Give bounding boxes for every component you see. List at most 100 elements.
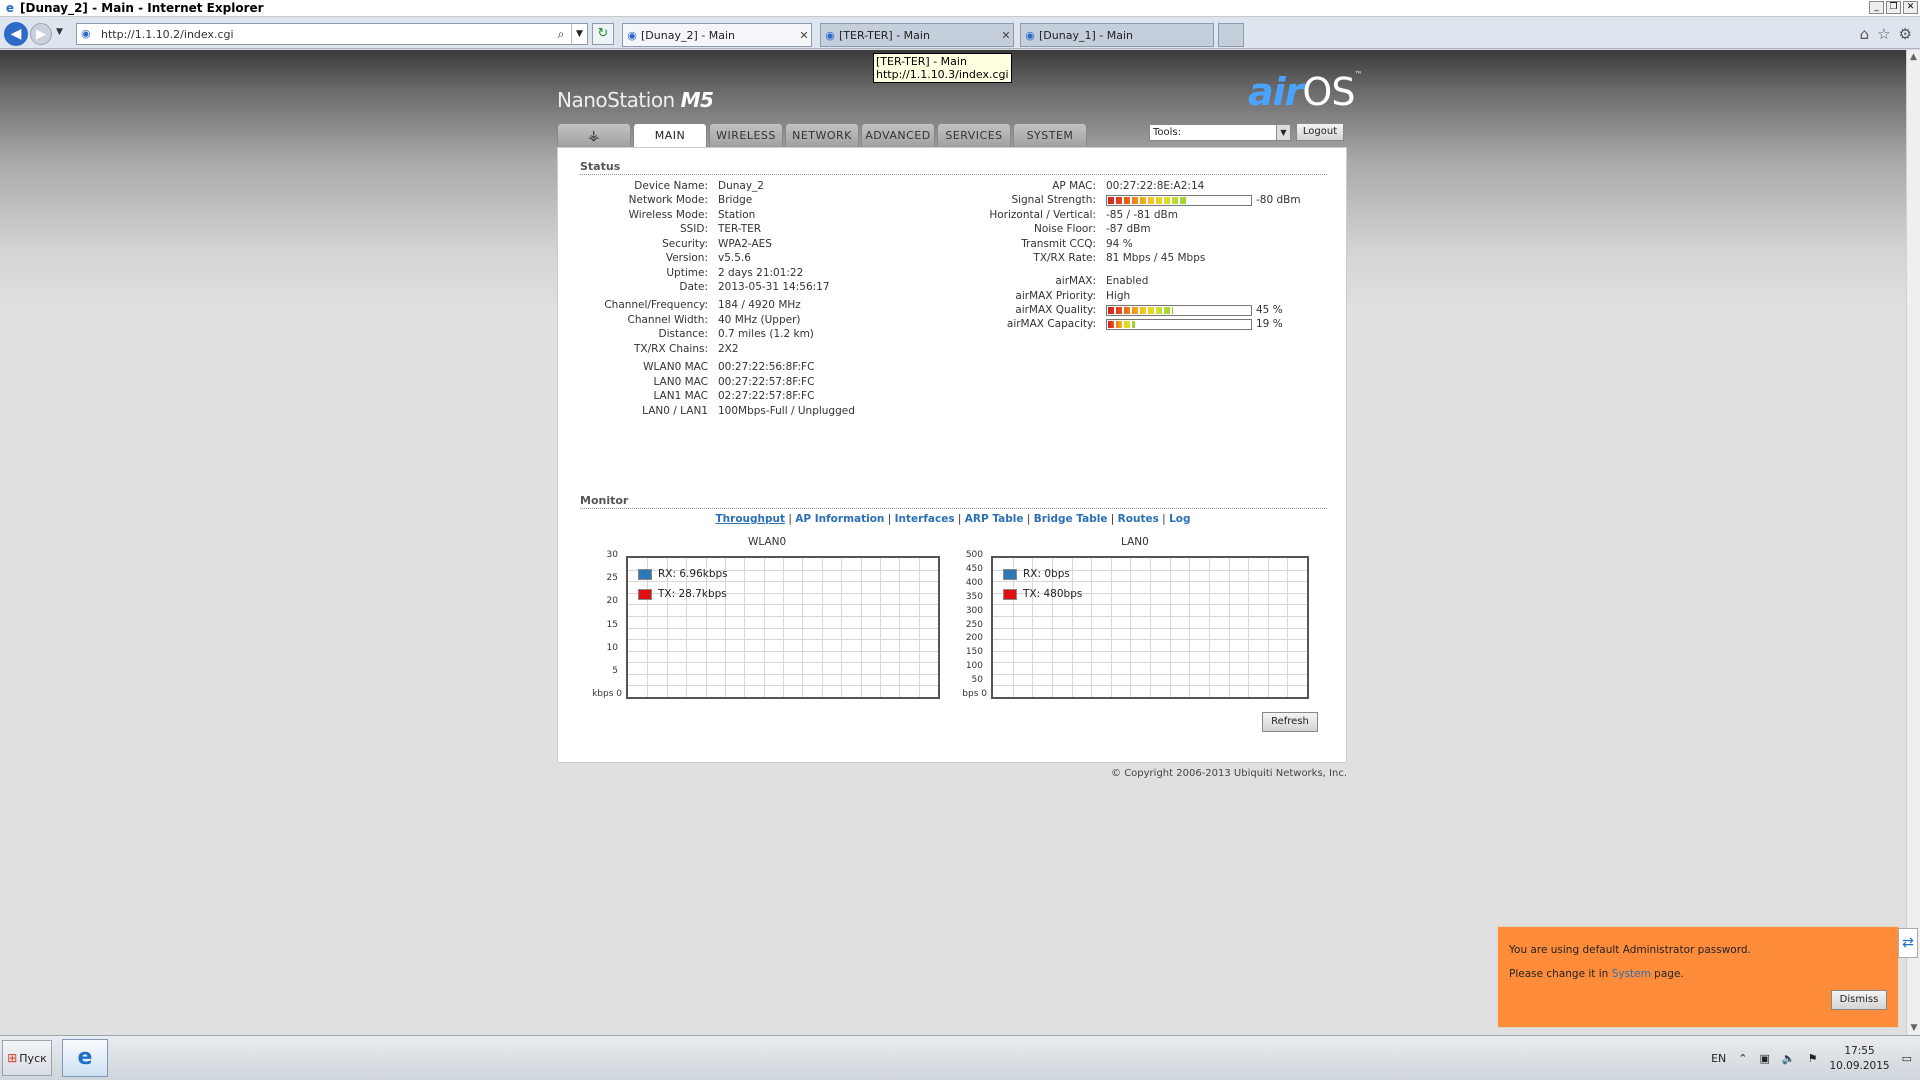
monitor-link-interfaces[interactable]: Interfaces [895,513,955,525]
y-tick-label: 350 [965,592,983,602]
tab-label: [Dunay_2] - Main [641,28,735,42]
scroll-up-icon[interactable]: ▲ [1907,50,1920,64]
forward-arrow-icon[interactable]: ▶ [30,23,52,45]
tab-main[interactable]: MAIN [633,123,707,148]
monitor-link-ap-information[interactable]: AP Information [795,513,884,525]
level-bar-fill [1108,197,1187,204]
clock-time: 17:55 [1844,1044,1875,1057]
status-key: AP MAC: [1052,180,1096,192]
clock-date: 10.09.2015 [1829,1059,1890,1072]
monitor-link-log[interactable]: Log [1169,513,1190,525]
address-url[interactable]: http://1.1.10.2/index.cgi [101,28,551,41]
search-icon[interactable]: ⌕ [551,27,571,42]
minimize-button[interactable]: _ [1869,1,1884,14]
status-value: -85 / -81 dBm [1106,209,1178,221]
y-tick-label: 200 [965,633,983,643]
y-tick-label: kbps 0 [592,689,622,699]
refresh-button[interactable]: Refresh [1262,712,1318,732]
tab-network[interactable]: NETWORK [785,123,859,147]
status-key: Noise Floor: [1034,223,1096,235]
status-key: Uptime: [666,267,708,279]
status-row: Network Mode: Bridge [558,194,753,208]
monitor-link-bridge-table[interactable]: Bridge Table [1034,513,1108,525]
dismiss-button[interactable]: Dismiss [1831,990,1887,1010]
status-row: Horizontal / Vertical: -85 / -81 dBm [956,209,1178,223]
tab-advanced[interactable]: ADVANCED [861,123,935,147]
status-key: Version: [665,252,708,264]
status-value: Dunay_2 [718,180,764,192]
tab-label: [Dunay_1] - Main [1039,28,1133,42]
close-tab-icon[interactable]: ✕ [999,29,1013,42]
new-tab-button[interactable] [1218,23,1244,47]
status-value: 81 Mbps / 45 Mbps [1106,252,1206,264]
close-button[interactable]: ✕ [1903,1,1918,14]
page-icon: ◉ [81,27,91,40]
restore-button[interactable]: ❐ [1886,1,1901,14]
status-value: WPA2-AES [718,238,772,250]
status-value: 00:27:22:56:8F:FC [718,361,815,373]
legend-swatch [638,588,652,600]
vertical-scrollbar[interactable]: ▲ ▼ [1906,50,1920,1035]
tab-system[interactable]: SYSTEM [1013,123,1087,147]
status-value: 94 % [1106,238,1133,250]
ubnt-logo-tab-icon[interactable]: ⚶ [557,123,631,147]
refresh-icon[interactable]: ↻ [592,23,614,45]
tab-wireless[interactable]: WIRELESS [709,123,783,147]
address-bar[interactable]: ◉ http://1.1.10.2/index.cgi ⌕ ▼ [76,23,588,45]
language-indicator[interactable]: EN [1711,1052,1726,1065]
status-row: TX/RX Rate: 81 Mbps / 45 Mbps [956,252,1205,266]
address-dropdown-icon[interactable]: ▼ [571,24,587,44]
history-dropdown-icon[interactable]: ▼ [56,27,63,37]
tray-expand-icon[interactable]: ⌃ [1738,1052,1747,1065]
favorites-star-icon[interactable]: ☆ [1877,25,1890,43]
legend-tx-wlan0: TX: 28.7kbps [638,588,727,600]
flag-icon[interactable]: ⚑ [1808,1052,1818,1065]
tools-select[interactable]: Tools: ▼ [1149,124,1291,141]
monitor-link-throughput[interactable]: Throughput [716,513,786,525]
status-row: Transmit CCQ: 94 % [956,238,1133,252]
teamviewer-icon[interactable]: ⇄ [1898,928,1918,958]
logout-button[interactable]: Logout [1296,123,1344,141]
start-label: Пуск [19,1051,47,1065]
y-tick-label: 30 [606,550,618,560]
status-key: TX/RX Rate: [1033,252,1096,264]
settings-gear-icon[interactable]: ⚙ [1899,25,1912,43]
browser-tab-1[interactable]: ◉ [Dunay_2] - Main ✕ [622,23,812,47]
status-value: 184 / 4920 MHz [718,299,801,311]
start-button[interactable]: ⊞ Пуск [2,1040,52,1076]
status-value: v5.5.6 [718,252,751,264]
y-tick-label: 450 [965,564,983,574]
airos-logo: airOS™ [1248,70,1362,114]
close-tab-icon[interactable]: ✕ [797,29,811,42]
browser-tab-2[interactable]: ◉ [TER-TER] - Main ✕ [820,23,1014,47]
system-link[interactable]: System [1612,968,1651,980]
link-separator: | [1023,513,1034,525]
status-key: Channel/Frequency: [604,299,708,311]
monitor-link-arp-table[interactable]: ARP Table [965,513,1024,525]
home-icon[interactable]: ⌂ [1860,25,1870,43]
status-heading: Status [580,160,1327,175]
status-key: Horizontal / Vertical: [989,209,1096,221]
status-value: TER-TER [718,223,762,235]
chevron-down-icon: ▼ [1276,125,1290,140]
product-name: NanoStation M5 [557,88,714,112]
tab-tooltip: [TER-TER] - Main http://1.1.10.3/index.c… [873,53,1012,83]
show-desktop-icon[interactable]: ▭ [1902,1052,1912,1065]
volume-icon[interactable]: 🔈 [1782,1052,1796,1065]
monitor-link-routes[interactable]: Routes [1118,513,1159,525]
status-key: SSID: [679,223,708,235]
browser-tab-3[interactable]: ◉ [Dunay_1] - Main [1020,23,1214,47]
clock[interactable]: 17:55 10.09.2015 [1829,1044,1889,1074]
copyright: © Copyright 2006-2013 Ubiquiti Networks,… [1111,768,1347,779]
tab-services[interactable]: SERVICES [937,123,1011,147]
status-row: Channel Width: 40 MHz (Upper) [558,314,801,328]
taskbar-ie-icon[interactable]: e [62,1039,108,1077]
legend-swatch [1003,588,1017,600]
back-arrow-icon[interactable]: ◀ [4,22,28,46]
scroll-down-icon[interactable]: ▼ [1907,1021,1920,1035]
status-key: Security: [662,238,708,250]
legend-rx-wlan0: RX: 6.96kbps [638,568,728,580]
network-icon[interactable]: ▣ [1759,1052,1769,1065]
status-value: 00:27:22:8E:A2:14 [1106,180,1205,192]
status-value: 40 MHz (Upper) [718,314,801,326]
